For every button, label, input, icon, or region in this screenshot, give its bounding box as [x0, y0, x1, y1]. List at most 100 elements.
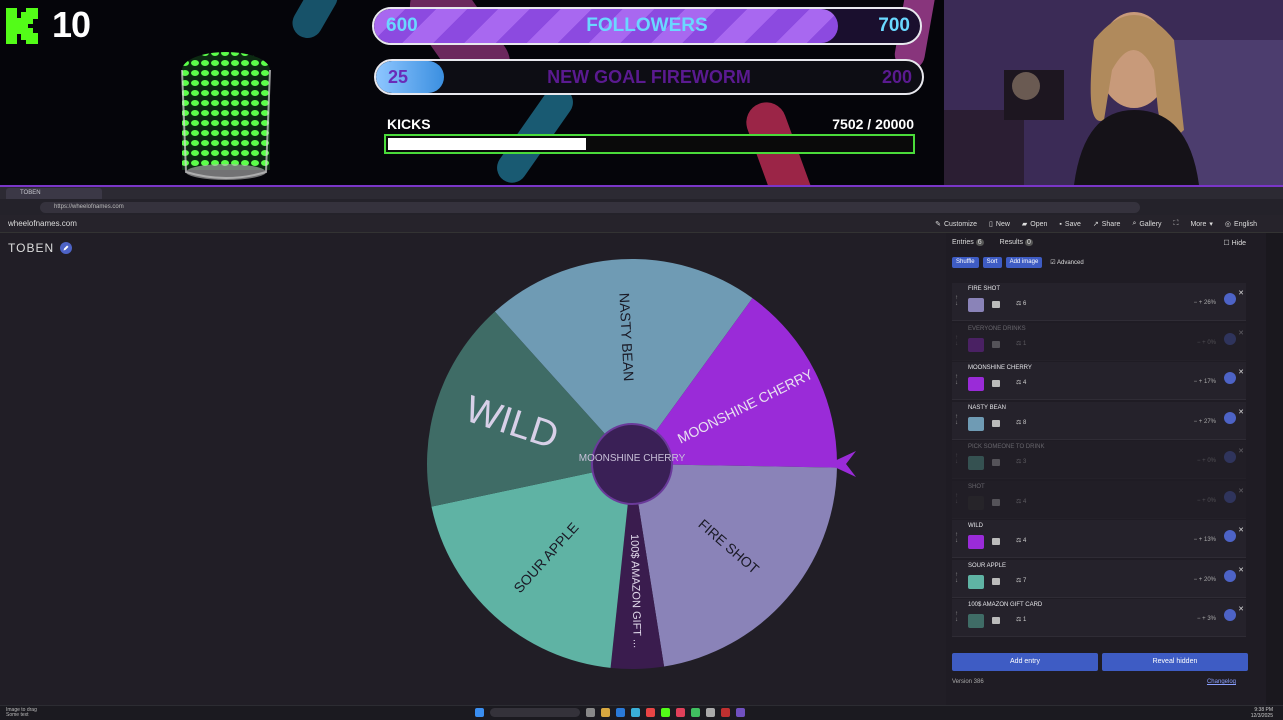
advanced-checkbox[interactable]: ☑ Advanced — [1046, 257, 1087, 268]
entry-color-swatch[interactable] — [968, 377, 984, 391]
wheel-slice[interactable] — [632, 464, 837, 667]
kick-icon[interactable] — [661, 708, 670, 717]
entry-name[interactable]: MOONSHINE CHERRY — [968, 365, 1032, 371]
browser-tab[interactable]: TOBEN — [6, 188, 102, 199]
close-icon[interactable]: ✕ — [1238, 368, 1244, 376]
image-icon[interactable] — [992, 459, 1000, 466]
image-icon[interactable] — [992, 419, 1000, 427]
image-icon[interactable] — [992, 577, 1000, 585]
address-bar[interactable]: https://wheelofnames.com — [40, 202, 1140, 213]
menu-new[interactable]: ▯ New — [989, 220, 1010, 229]
reorder-handle-icon[interactable]: ↑ ↓ — [955, 532, 958, 544]
chrome-icon[interactable] — [646, 708, 655, 717]
entry-weight[interactable]: ⚖ 4 — [1016, 498, 1026, 505]
tab-results[interactable]: Results 0 — [1000, 239, 1033, 246]
entry-name[interactable]: WILD — [968, 523, 983, 529]
app-icon[interactable] — [676, 708, 685, 717]
app-icon[interactable] — [736, 708, 745, 717]
entry-name[interactable]: SOUR APPLE — [968, 563, 1006, 569]
close-icon[interactable]: ✕ — [1238, 329, 1244, 337]
duplicate-icon[interactable] — [1224, 609, 1236, 621]
entry-color-swatch[interactable] — [968, 614, 984, 628]
close-icon[interactable]: ✕ — [1238, 447, 1244, 455]
close-icon[interactable]: ✕ — [1238, 289, 1244, 297]
duplicate-icon[interactable] — [1224, 490, 1236, 503]
entry-name[interactable]: FIRE SHOT — [968, 286, 1000, 292]
fullscreen-button[interactable]: ⛶ — [1174, 220, 1179, 228]
entry-color-swatch[interactable] — [968, 495, 984, 510]
taskview-icon[interactable] — [586, 708, 595, 717]
reorder-handle-icon[interactable]: ↑ ↓ — [955, 611, 958, 623]
add-entry-button[interactable]: Add entry — [952, 653, 1098, 671]
reorder-handle-icon[interactable]: ↑ ↓ — [955, 572, 958, 584]
add-image-button[interactable]: Add image — [1005, 257, 1043, 268]
entry-weight[interactable]: ⚖ 1 — [1016, 340, 1026, 347]
duplicate-icon[interactable] — [1224, 530, 1236, 542]
entry-name[interactable]: NASTY BEAN — [968, 405, 1006, 411]
sort-button[interactable]: Sort — [982, 257, 1002, 268]
entry-weight[interactable]: ⚖ 6 — [1016, 300, 1026, 307]
duplicate-icon[interactable] — [1224, 451, 1236, 463]
entry-name[interactable]: SHOT — [968, 484, 985, 490]
reorder-handle-icon[interactable]: ↑ ↓ — [955, 335, 958, 347]
taskbar-notification[interactable]: Image to drag Some text — [6, 708, 37, 718]
store-icon[interactable] — [616, 708, 625, 717]
close-icon[interactable]: ✕ — [1238, 526, 1244, 534]
menu-language[interactable]: ◎ English — [1225, 220, 1257, 229]
entry-weight[interactable]: ⚖ 4 — [1016, 537, 1026, 544]
taskbar-search[interactable] — [490, 708, 580, 717]
spotify-icon[interactable] — [691, 708, 700, 717]
entry-weight[interactable]: ⚖ 4 — [1016, 379, 1026, 386]
image-icon[interactable] — [992, 538, 1000, 545]
entry-weight[interactable]: ⚖ 7 — [1016, 577, 1026, 584]
entry-name[interactable]: EVERYONE DRINKS — [968, 326, 1026, 332]
edge-icon[interactable] — [631, 708, 640, 717]
menu-more[interactable]: More ▾ — [1190, 220, 1212, 229]
close-icon[interactable]: ✕ — [1238, 605, 1244, 613]
entry-color-swatch[interactable] — [968, 416, 984, 431]
image-icon[interactable] — [992, 498, 1000, 506]
reorder-handle-icon[interactable]: ↑ ↓ — [955, 453, 958, 465]
wheel-svg[interactable]: NASTY BEANMOONSHINE CHERRYFIRE SHOT100$ … — [0, 233, 946, 705]
image-icon[interactable] — [992, 340, 1000, 348]
duplicate-icon[interactable] — [1224, 372, 1236, 384]
image-icon[interactable] — [992, 617, 1000, 624]
menu-open[interactable]: ▰ Open — [1022, 220, 1048, 229]
reorder-handle-icon[interactable]: ↑ ↓ — [955, 295, 958, 307]
close-icon[interactable]: ✕ — [1238, 566, 1244, 574]
duplicate-icon[interactable] — [1224, 293, 1236, 305]
entry-name[interactable]: 100$ AMAZON GIFT CARD — [968, 602, 1042, 608]
entry-weight[interactable]: ⚖ 8 — [1016, 419, 1026, 426]
entry-weight[interactable]: ⚖ 3 — [1016, 458, 1026, 465]
taskbar-clock[interactable]: 9:38 PM 12/3/2025 — [1251, 707, 1273, 719]
reorder-handle-icon[interactable]: ↑ ↓ — [955, 374, 958, 386]
reorder-handle-icon[interactable]: ↑ ↓ — [955, 493, 958, 505]
reveal-hidden-button[interactable]: Reveal hidden — [1102, 653, 1248, 671]
folder-icon[interactable] — [601, 708, 610, 717]
entry-name[interactable]: PICK SOMEONE TO DRINK — [968, 444, 1044, 450]
tab-entries[interactable]: Entries 6 — [952, 239, 984, 246]
reorder-handle-icon[interactable]: ↑ ↓ — [955, 414, 958, 426]
entry-color-swatch[interactable] — [968, 574, 984, 589]
start-icon[interactable] — [475, 708, 484, 717]
menu-gallery[interactable]: ⌕ Gallery — [1132, 220, 1161, 228]
app-icon[interactable] — [706, 708, 715, 717]
duplicate-icon[interactable] — [1224, 569, 1236, 582]
close-icon[interactable]: ✕ — [1238, 487, 1244, 495]
hide-panel-checkbox[interactable]: ☐ Hide — [1223, 239, 1246, 247]
duplicate-icon[interactable] — [1224, 332, 1236, 345]
site-logo[interactable]: wheelofnames.com — [8, 219, 77, 228]
duplicate-icon[interactable] — [1224, 411, 1236, 424]
entry-color-swatch[interactable] — [968, 535, 984, 549]
image-icon[interactable] — [992, 301, 1000, 308]
image-icon[interactable] — [992, 380, 1000, 387]
close-icon[interactable]: ✕ — [1238, 408, 1244, 416]
entry-color-swatch[interactable] — [968, 337, 984, 352]
obs-icon[interactable] — [721, 708, 730, 717]
shuffle-button[interactable]: Shuffle — [952, 257, 979, 268]
menu-save[interactable]: ▪ Save — [1059, 221, 1080, 228]
entry-color-swatch[interactable] — [968, 298, 984, 312]
menu-share[interactable]: ↗ Share — [1093, 220, 1121, 229]
changelog-link[interactable]: Changelog — [1207, 679, 1236, 685]
entry-color-swatch[interactable] — [968, 456, 984, 470]
